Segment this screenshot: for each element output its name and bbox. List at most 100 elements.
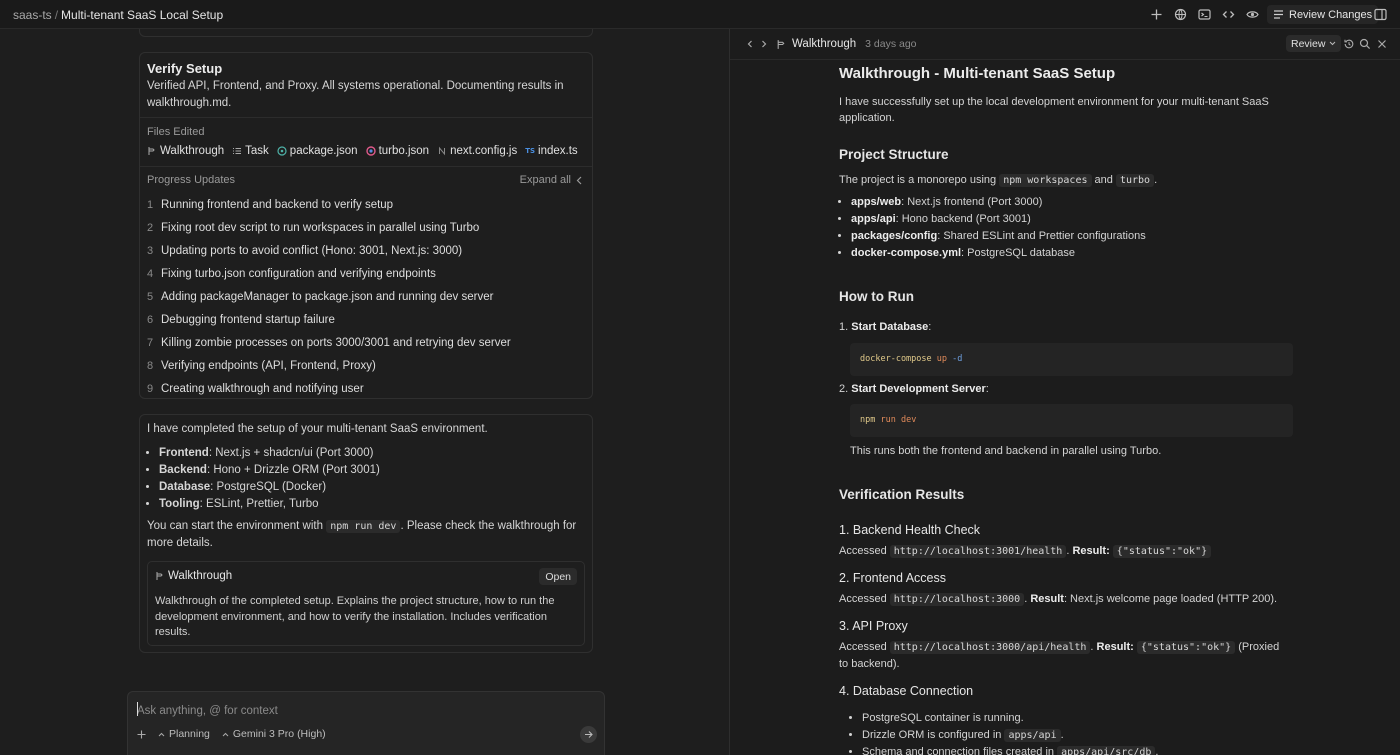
section-heading: Project Structure	[839, 147, 949, 162]
item-text: : Hono backend (Port 3001)	[895, 213, 1031, 225]
chevron-right-icon[interactable]	[758, 38, 770, 50]
text: .	[1060, 729, 1064, 741]
open-button[interactable]: Open	[539, 568, 577, 585]
check-heading: 4. Database Connection	[839, 684, 974, 698]
typescript-icon: TS	[525, 147, 536, 155]
inline-code: apps/api	[1004, 729, 1061, 742]
section-heading: Verification Results	[839, 487, 965, 502]
text: .	[1154, 174, 1158, 186]
search-icon[interactable]	[1359, 38, 1371, 50]
step-text: Running frontend and backend to verify s…	[161, 198, 394, 211]
result-label: Result:	[1096, 641, 1134, 653]
eye-icon[interactable]	[1246, 8, 1259, 21]
file-chip-index-ts[interactable]: TS index.ts	[525, 145, 577, 157]
progress-step[interactable]: 5 Adding packageManager to package.json a…	[147, 285, 587, 308]
progress-step[interactable]: 7 Killing zombie processes on ports 3000/…	[147, 331, 587, 354]
list-item: Frontend: Next.js + shadcn/ui (Port 3000…	[159, 445, 380, 462]
files-edited-label: Files Edited	[147, 126, 205, 138]
plus-icon	[137, 730, 146, 739]
file-chip-task[interactable]: Task	[232, 145, 269, 157]
code-argument: up	[936, 354, 948, 364]
step-number: 4	[147, 267, 154, 280]
item-text: : PostgreSQL database	[961, 247, 1075, 259]
input-toolbar: Planning Gemini 3 Pro (High)	[137, 728, 326, 740]
task-title: Verify Setup	[147, 61, 223, 76]
item-label: Database	[159, 481, 211, 493]
code-block[interactable]: npm run dev	[850, 404, 1293, 437]
file-name: turbo.json	[378, 145, 430, 157]
item-label: packages/config	[851, 230, 938, 242]
code-icon[interactable]	[1222, 8, 1235, 21]
review-changes-button[interactable]: Review Changes	[1267, 5, 1379, 24]
step-number: 6	[147, 313, 154, 326]
walkthrough-icon	[155, 571, 165, 581]
step-text: Verifying endpoints (API, Frontend, Prox…	[161, 359, 376, 372]
task-card: Verify Setup Verified API, Frontend, and…	[139, 52, 593, 399]
step-number: 5	[147, 290, 154, 303]
walkthrough-icon	[776, 39, 787, 50]
artifact-description: Walkthrough of the completed setup. Expl…	[155, 595, 555, 638]
plus-icon[interactable]	[1150, 8, 1163, 21]
text: and	[1091, 174, 1116, 186]
check-heading: 1. Backend Health Check	[839, 523, 981, 537]
code-block[interactable]: docker-compose up -d	[850, 343, 1293, 376]
task-icon	[232, 146, 242, 156]
model-selector[interactable]: Gemini 3 Pro (High)	[222, 728, 326, 740]
chevron-left-icon[interactable]	[744, 38, 756, 50]
run-step-1: 1. Start Database:	[839, 321, 932, 333]
step-text: Updating ports to avoid conflict (Hono: …	[161, 244, 463, 257]
globe-icon[interactable]	[1174, 8, 1187, 21]
send-button[interactable]	[580, 726, 597, 743]
item-text: Schema and connection files created in	[862, 746, 1058, 755]
terminal-icon[interactable]	[1198, 8, 1211, 21]
progress-step[interactable]: 1 Running frontend and backend to verify …	[147, 193, 587, 216]
history-icon[interactable]	[1343, 38, 1355, 50]
code-command: docker-compose	[860, 354, 932, 364]
step-text: Debugging frontend startup failure	[161, 313, 335, 326]
file-name: Walkthrough	[160, 145, 225, 157]
result-label: Result:	[1072, 545, 1110, 557]
walkthrough-artifact-card[interactable]: Walkthrough Open Walkthrough of the comp…	[147, 561, 585, 646]
breadcrumb-project[interactable]: saas-ts	[13, 8, 52, 22]
structure-list: apps/web: Next.js frontend (Port 3000) a…	[839, 194, 1146, 262]
inline-code: apps/api/src/db	[1057, 746, 1156, 755]
item-label: apps/api	[851, 213, 896, 225]
run-step-2: 2. Start Development Server:	[839, 383, 989, 395]
progress-step[interactable]: 8 Verifying endpoints (API, Frontend, Pro…	[147, 354, 587, 377]
add-context-button[interactable]	[137, 730, 146, 739]
progress-step[interactable]: 4 Fixing turbo.json configuration and ver…	[147, 262, 587, 285]
file-name: index.ts	[538, 145, 578, 157]
expand-all-button[interactable]: Expand all	[520, 174, 582, 186]
review-dropdown[interactable]: Review	[1286, 35, 1342, 52]
progress-updates-label: Progress Updates	[147, 174, 236, 186]
conversation-title: Multi-tenant SaaS Local Setup	[61, 8, 224, 22]
file-chip-package-json[interactable]: package.json	[277, 145, 358, 157]
panel-toggle-icon[interactable]	[1374, 8, 1387, 21]
file-name: Task	[245, 145, 269, 157]
progress-step[interactable]: 9 Creating walkthrough and notifying user	[147, 377, 587, 400]
item-label: docker-compose.yml	[851, 247, 962, 259]
chat-input[interactable]	[137, 702, 577, 720]
mode-selector[interactable]: Planning	[158, 728, 210, 740]
list-item: Schema and connection files created in a…	[862, 744, 1158, 755]
text: Accessed	[839, 641, 890, 653]
url-code: http://localhost:3000/api/health	[889, 641, 1091, 654]
file-chip-walkthrough[interactable]: Walkthrough	[147, 145, 224, 157]
file-chip-turbo-json[interactable]: turbo.json	[365, 145, 430, 157]
close-icon[interactable]	[1376, 38, 1388, 50]
check-result: Accessed http://localhost:3000. Result: …	[839, 593, 1278, 606]
chat-panel: Verify Setup Verified API, Frontend, and…	[0, 29, 729, 755]
step-label: Start Development Server	[851, 383, 986, 395]
progress-step[interactable]: 3 Updating ports to avoid conflict (Hono:…	[147, 239, 587, 262]
item-text: : Shared ESLint and Prettier configurati…	[937, 230, 1146, 242]
list-item: packages/config: Shared ESLint and Prett…	[851, 228, 1146, 245]
artifact-panel: Walkthrough 3 days ago Review Walkthroug…	[730, 29, 1400, 755]
progress-step[interactable]: 6 Debugging frontend startup failure	[147, 308, 587, 331]
step-number: 1	[147, 198, 154, 211]
item-text: Drizzle ORM is configured in	[862, 729, 1005, 741]
file-chip-next-config[interactable]: next.config.js	[437, 145, 517, 157]
progress-step[interactable]: 2 Fixing root dev script to run workspace…	[147, 216, 587, 239]
result-label: Result	[1030, 593, 1064, 605]
step-number: 7	[147, 336, 154, 349]
code-flag: -d	[952, 354, 963, 364]
